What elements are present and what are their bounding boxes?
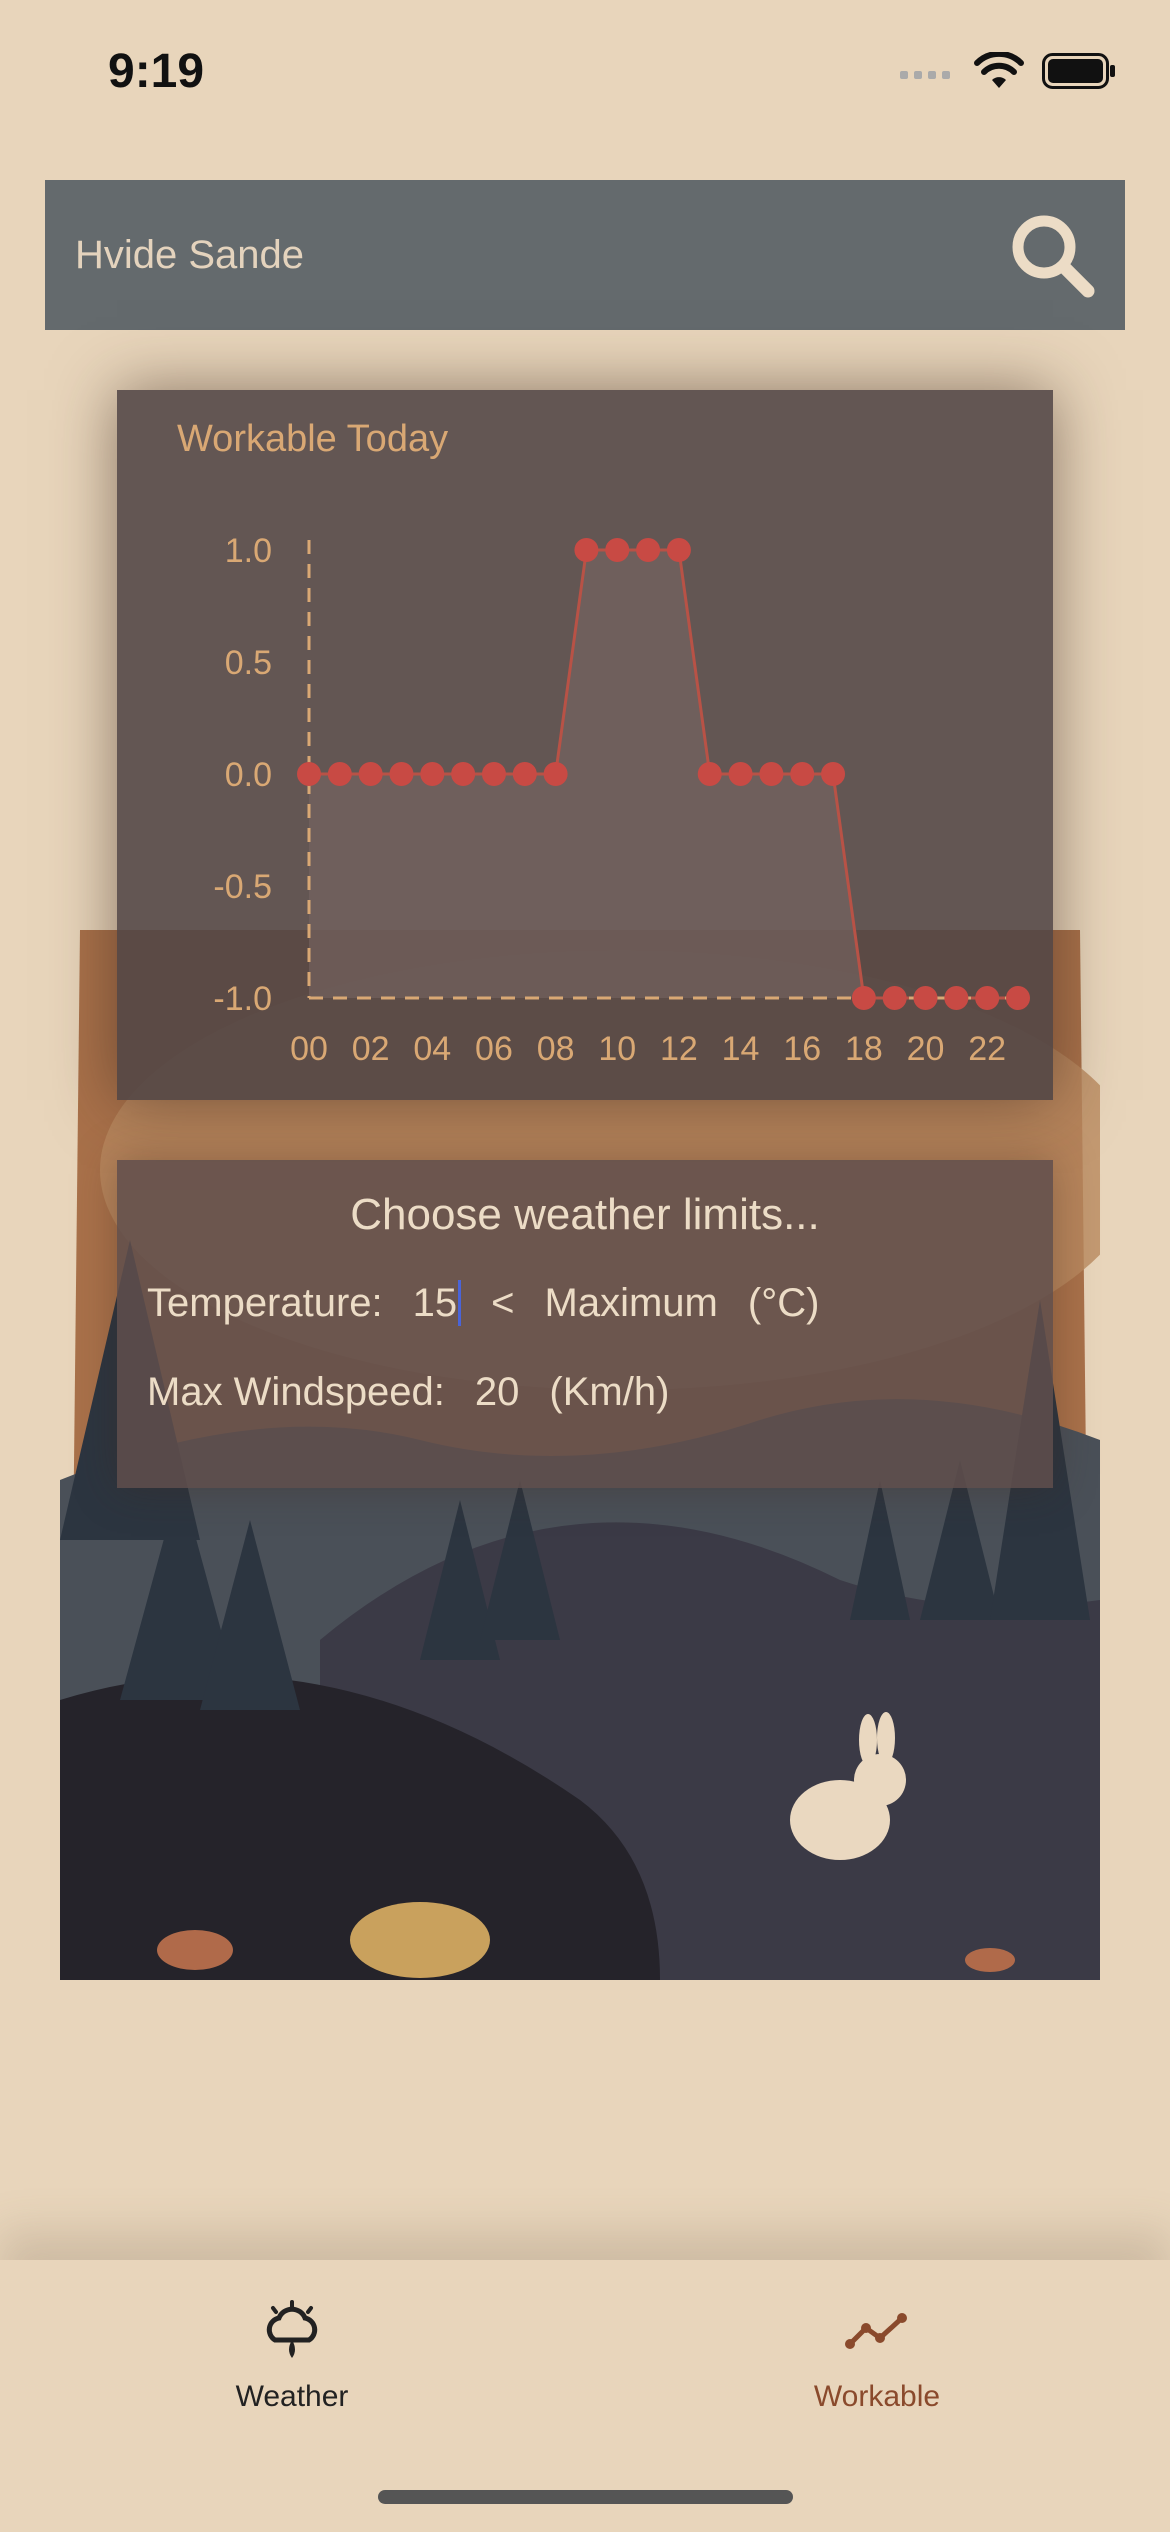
x-tick-label: 22 bbox=[968, 1030, 1006, 1068]
battery-icon bbox=[1042, 53, 1115, 89]
tab-weather-label: Weather bbox=[235, 2380, 349, 2413]
data-point bbox=[512, 762, 537, 786]
data-point bbox=[697, 762, 722, 786]
temperature-label: Temperature: bbox=[147, 1280, 383, 1325]
tab-workable[interactable]: Workable bbox=[727, 2300, 1027, 2450]
x-tick-label: 02 bbox=[352, 1030, 390, 1068]
temperature-input[interactable]: 15 bbox=[413, 1280, 462, 1326]
windspeed-unit: (Km/h) bbox=[549, 1370, 670, 1414]
temperature-mode-selector[interactable]: Maximum bbox=[545, 1281, 718, 1326]
data-point bbox=[913, 986, 938, 1010]
temperature-unit: (°C) bbox=[747, 1280, 820, 1325]
data-point bbox=[759, 762, 784, 786]
y-tick-label: 0.5 bbox=[225, 644, 272, 682]
tab-weather[interactable]: Weather bbox=[142, 2300, 442, 2450]
x-tick-label: 20 bbox=[907, 1030, 945, 1068]
x-tick-label: 12 bbox=[660, 1030, 698, 1068]
windspeed-label: Max Windspeed: bbox=[147, 1370, 445, 1414]
data-point bbox=[821, 762, 846, 786]
temperature-value: 15 bbox=[412, 1280, 458, 1325]
search-button[interactable] bbox=[1007, 210, 1097, 300]
windspeed-row: Max Windspeed: 20 (Km/h) bbox=[147, 1370, 699, 1415]
text-caret bbox=[458, 1280, 462, 1326]
data-point bbox=[327, 762, 352, 786]
data-point bbox=[975, 986, 1000, 1010]
data-point bbox=[574, 538, 599, 562]
data-point bbox=[481, 762, 506, 786]
comparator: < bbox=[491, 1280, 515, 1325]
x-tick-label: 10 bbox=[598, 1030, 636, 1068]
x-tick-label: 06 bbox=[475, 1030, 513, 1068]
x-tick-label: 04 bbox=[413, 1030, 451, 1068]
data-point bbox=[605, 538, 630, 562]
data-point bbox=[666, 538, 691, 562]
data-point bbox=[944, 986, 969, 1010]
data-point bbox=[543, 762, 568, 786]
status-icons bbox=[900, 52, 1116, 90]
data-point bbox=[636, 538, 661, 562]
x-tick-label: 14 bbox=[722, 1030, 760, 1068]
limits-title: Choose weather limits... bbox=[350, 1190, 820, 1239]
workable-chart-card: Workable Today 1.0 0.5 0.0 -0.5 -1.0 00 02 04 06… bbox=[117, 390, 1053, 1100]
y-tick-label: 0.0 bbox=[225, 756, 272, 794]
cellular-signal-icon bbox=[900, 71, 950, 79]
status-time: 9:19 bbox=[108, 45, 205, 98]
data-point bbox=[1006, 986, 1030, 1010]
data-point bbox=[389, 762, 414, 786]
windspeed-input[interactable]: 20 bbox=[475, 1370, 520, 1415]
workable-chart: 1.0 0.5 0.0 -0.5 -1.0 00 02 04 06 08 10 12 14 16 18 20 2… bbox=[213, 532, 1030, 1068]
y-tick-label: -1.0 bbox=[213, 980, 272, 1018]
search-icon bbox=[1012, 215, 1095, 298]
data-point bbox=[728, 762, 753, 786]
y-tick-label: 1.0 bbox=[225, 532, 272, 570]
wifi-icon bbox=[974, 52, 1024, 88]
tab-workable-label: Workable bbox=[813, 2380, 941, 2413]
temperature-row: Temperature: 15 < Maximum (°C) bbox=[147, 1280, 849, 1326]
location-search-input[interactable] bbox=[75, 180, 975, 330]
x-tick-label: 18 bbox=[845, 1030, 883, 1068]
data-point bbox=[420, 762, 445, 786]
weather-cloud-icon bbox=[266, 2300, 318, 2358]
home-indicator bbox=[378, 2490, 793, 2504]
data-point bbox=[851, 986, 876, 1010]
data-point bbox=[451, 762, 476, 786]
x-tick-label: 08 bbox=[537, 1030, 575, 1068]
status-bar: 9:19 bbox=[0, 0, 1170, 150]
x-tick-label: 16 bbox=[783, 1030, 821, 1068]
data-point bbox=[882, 986, 907, 1010]
data-point bbox=[790, 762, 815, 786]
data-point bbox=[358, 762, 383, 786]
weather-limits-card: Choose weather limits... Temperature: 15… bbox=[117, 1160, 1053, 1488]
data-point bbox=[297, 762, 321, 786]
chart-line-icon bbox=[845, 2313, 907, 2349]
search-bar bbox=[45, 180, 1125, 330]
y-tick-label: -0.5 bbox=[213, 868, 272, 906]
x-tick-label: 00 bbox=[290, 1030, 328, 1068]
